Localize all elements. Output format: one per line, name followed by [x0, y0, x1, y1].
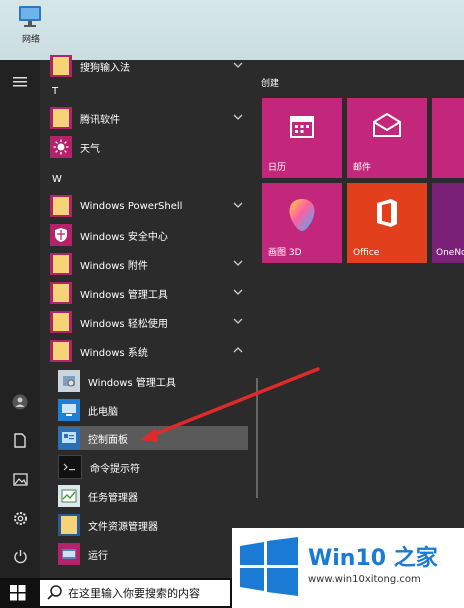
tile-paint3d[interactable]: 画图 3D — [262, 183, 342, 263]
list-item[interactable]: 搜狗输入法 — [50, 54, 250, 78]
chevron-down-icon — [233, 318, 243, 324]
folder-icon — [53, 313, 69, 331]
list-item-cmd[interactable]: 命令提示符 — [58, 455, 248, 479]
app-list[interactable]: 搜狗输入法 T 腾讯软件 天气 W Windows PowerShell Win… — [40, 55, 258, 578]
user-icon[interactable] — [10, 392, 30, 412]
shield-icon — [55, 228, 67, 242]
control-panel-icon — [62, 432, 76, 443]
list-item-weather[interactable]: 天气 — [50, 135, 250, 159]
list-item-ease-of-access[interactable]: Windows 轻松使用 — [50, 310, 250, 334]
admin-tools-icon — [63, 376, 75, 387]
list-item-powershell[interactable]: Windows PowerShell — [50, 194, 250, 218]
tile-mail[interactable]: 邮件 — [347, 98, 427, 178]
list-item-task-manager[interactable]: 任务管理器 — [58, 484, 248, 508]
terminal-icon — [63, 463, 75, 471]
list-item-tencent[interactable]: 腾讯软件 — [50, 106, 250, 130]
folder-icon — [61, 516, 77, 534]
chevron-down-icon — [233, 62, 243, 68]
chevron-down-icon — [233, 289, 243, 295]
power-icon[interactable] — [10, 546, 30, 566]
chevron-down-icon — [233, 114, 243, 120]
network-label: 网络 — [21, 35, 40, 45]
tile-area: 创建 日历 邮件 画图 3D Office OneNo — [258, 60, 464, 578]
folder-icon — [53, 284, 69, 302]
list-item-this-pc[interactable]: 此电脑 — [58, 398, 248, 422]
sun-icon — [53, 139, 69, 155]
list-item-run[interactable]: 运行 — [58, 542, 248, 566]
tile-partial[interactable] — [432, 98, 464, 178]
watermark-brand: Win10 之家 — [308, 546, 438, 571]
letter-header-t[interactable]: T — [52, 86, 58, 97]
network-icon — [19, 6, 41, 27]
mail-icon — [373, 112, 401, 137]
computer-icon — [62, 404, 76, 416]
run-icon — [62, 549, 76, 559]
task-manager-icon — [61, 489, 77, 503]
folder-icon — [53, 342, 69, 360]
chevron-up-icon — [233, 347, 243, 353]
network-desktop-icon[interactable]: 网络 — [10, 2, 52, 45]
windows-start-icon[interactable] — [10, 585, 26, 601]
search-icon — [47, 585, 62, 600]
list-item-security[interactable]: Windows 安全中心 — [50, 223, 250, 247]
list-item-accessories[interactable]: Windows 附件 — [50, 252, 250, 276]
gear-icon[interactable] — [10, 508, 30, 528]
letter-header-w[interactable]: W — [52, 174, 62, 185]
chevron-down-icon — [233, 202, 243, 208]
list-item-sub-admin-tools[interactable]: Windows 管理工具 — [58, 369, 248, 393]
hamburger-icon[interactable] — [10, 72, 30, 92]
chevron-down-icon — [233, 260, 243, 266]
tile-onenote[interactable]: OneNo — [432, 183, 464, 263]
windows-logo-icon — [240, 537, 298, 596]
folder-icon — [53, 109, 69, 127]
list-item-windows-system[interactable]: Windows 系统 — [50, 339, 250, 363]
tile-office[interactable]: Office — [347, 183, 427, 263]
list-item-control-panel[interactable]: 控制面板 — [58, 426, 248, 450]
watermark-url: www.win10xitong.com — [308, 574, 421, 585]
document-icon[interactable] — [10, 430, 30, 450]
start-rail — [0, 60, 40, 578]
folder-icon — [53, 57, 69, 75]
tile-calendar[interactable]: 日历 — [262, 98, 342, 178]
picture-icon[interactable] — [10, 469, 30, 489]
folder-icon — [53, 255, 69, 273]
watermark: Win10 之家 www.win10xitong.com — [232, 528, 464, 608]
search-placeholder: 在这里输入你要搜索的内容 — [68, 587, 200, 600]
tile-group-title[interactable]: 创建 — [261, 76, 279, 89]
list-item-file-explorer[interactable]: 文件资源管理器 — [58, 513, 248, 537]
paint3d-icon — [289, 199, 315, 231]
app-icon — [50, 55, 72, 77]
folder-icon — [53, 197, 69, 215]
office-icon — [377, 199, 397, 227]
calendar-icon — [290, 116, 314, 138]
start-menu: 搜狗输入法 T 腾讯软件 天气 W Windows PowerShell Win… — [0, 55, 464, 578]
desktop: 网络 — [0, 0, 464, 60]
search-input[interactable]: 在这里输入你要搜索的内容 — [40, 580, 230, 606]
list-item-admin-tools[interactable]: Windows 管理工具 — [50, 281, 250, 305]
